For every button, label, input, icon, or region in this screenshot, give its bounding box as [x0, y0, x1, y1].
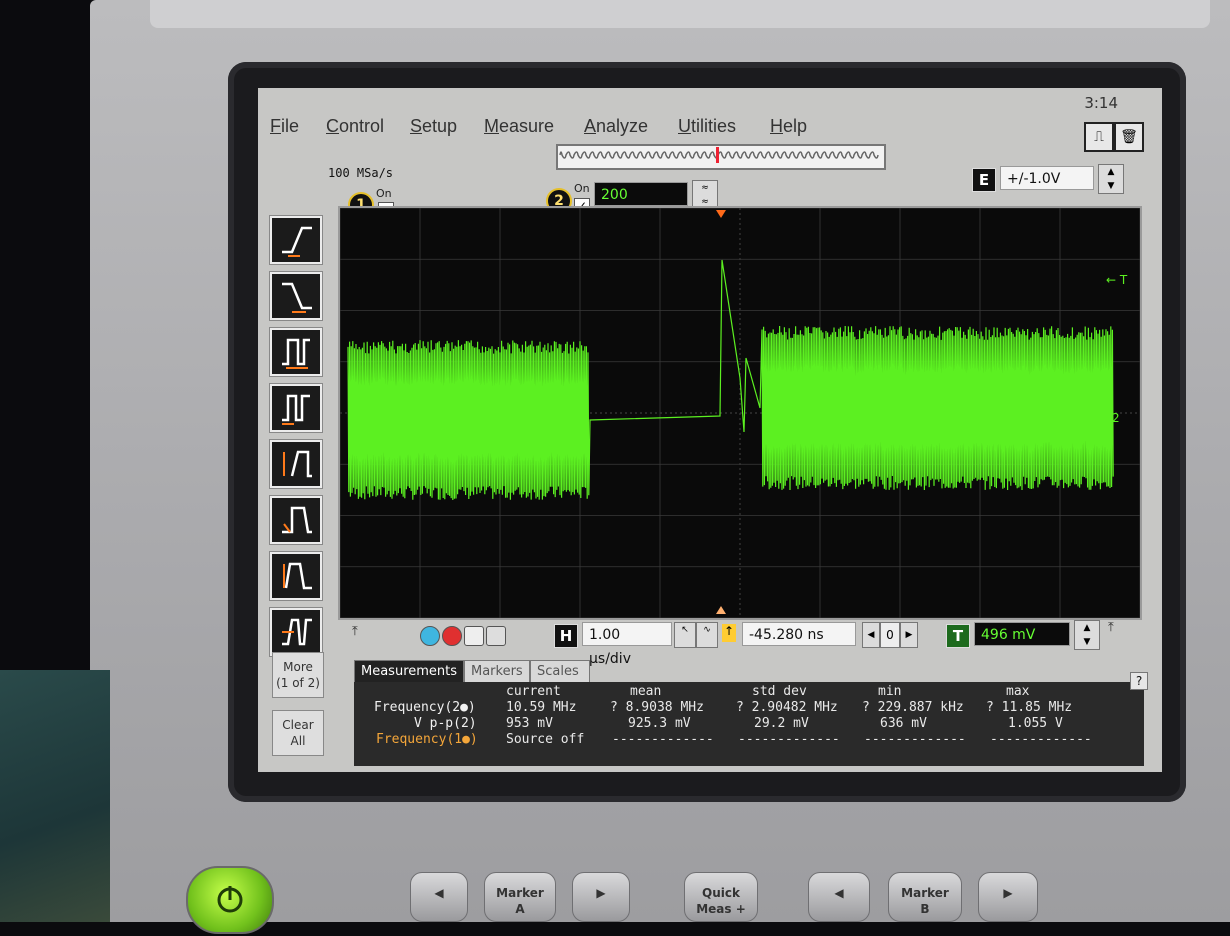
timebase-fine-icon[interactable]: ↖ — [674, 622, 696, 648]
header-stddev: std dev — [752, 684, 807, 699]
header-min: min — [878, 684, 902, 699]
pulse-width-icon[interactable] — [269, 327, 323, 377]
measure-cursor-icon[interactable] — [420, 626, 440, 646]
row-1-current: 10.59 MHz — [506, 700, 577, 715]
up-arrow-icon[interactable]: ⤒ — [352, 624, 358, 639]
channel-2-on-label: On — [574, 182, 590, 195]
rise-time-icon[interactable] — [269, 439, 323, 489]
row-2-min: 636 mV — [880, 716, 927, 731]
trigger-position-marker — [716, 210, 726, 218]
marker-a-button[interactable]: Marker A — [484, 872, 556, 922]
trigger-level-spinner[interactable]: ▲ ▼ — [1074, 620, 1100, 650]
row-2-label: V p-p(2) — [414, 716, 477, 731]
print-icon[interactable] — [486, 626, 506, 646]
row-3-max: ------------- — [990, 732, 1092, 747]
help-icon[interactable]: ? — [1130, 672, 1148, 690]
header-current: current — [506, 684, 561, 699]
menu-utilities[interactable]: Utilities — [678, 116, 736, 137]
external-range[interactable]: +/-1.0V — [1000, 166, 1094, 190]
row-3-mean: ------------- — [612, 732, 714, 747]
marker-b-left-button[interactable]: ◀ — [808, 872, 870, 922]
scope-mode-icon[interactable]: ⎍ — [1084, 122, 1114, 152]
frequency-icon[interactable] — [269, 607, 323, 657]
rising-edge-icon[interactable] — [269, 215, 323, 265]
row-1-min: ? 229.887 kHz — [862, 700, 964, 715]
waveform-overview-bar[interactable] — [556, 144, 886, 170]
left-toolbar: More (1 of 2) Clear All — [269, 215, 326, 776]
row-3-stddev: ------------- — [738, 732, 840, 747]
menu-control[interactable]: Control — [326, 116, 384, 137]
row-3-label: Frequency(1●) — [376, 732, 478, 747]
falling-edge-icon[interactable] — [269, 271, 323, 321]
delay-step[interactable]: 0 — [880, 622, 900, 648]
horizontal-label: H — [554, 624, 578, 648]
menu-bar: File Control Setup Measure Analyze Utili… — [258, 106, 1162, 142]
tab-measurements[interactable]: Measurements — [354, 660, 464, 682]
row-2-stddev: 29.2 mV — [754, 716, 809, 731]
trigger-up-arrow-icon[interactable]: ⤒ — [1108, 620, 1114, 635]
delay-reference-marker — [716, 606, 726, 614]
quick-meas-button[interactable]: Quick Meas + — [684, 872, 758, 922]
external-label: E — [972, 168, 996, 192]
clear-all-button[interactable]: Clear All — [272, 710, 324, 756]
trigger-label: T — [946, 624, 970, 648]
external-range-spinner[interactable]: ▲ ▼ — [1098, 164, 1124, 194]
channel-2-ground-marker: 2 — [1112, 411, 1120, 425]
menu-file[interactable]: File — [270, 116, 299, 137]
waveform-display[interactable]: ← T 2 — [338, 206, 1142, 620]
stop-icon[interactable] — [442, 626, 462, 646]
more-button[interactable]: More (1 of 2) — [272, 652, 324, 698]
background-cloth — [0, 670, 110, 922]
trigger-level[interactable]: 496 mV — [974, 622, 1070, 646]
marker-b-right-button[interactable]: ▶ — [978, 872, 1038, 922]
row-2-max: 1.055 V — [1008, 716, 1063, 731]
row-1-max: ? 11.85 MHz — [986, 700, 1073, 715]
waveform-svg: ← T 2 — [340, 208, 1140, 618]
row-1-mean: ? 8.9038 MHz — [610, 700, 704, 715]
delay-right-button[interactable]: ▶ — [900, 622, 918, 648]
menu-help[interactable]: Help — [770, 116, 807, 137]
trash-icon[interactable]: 🗑 — [1114, 122, 1144, 152]
tab-markers[interactable]: Markers — [464, 660, 530, 682]
power-button[interactable] — [186, 866, 274, 934]
measurements-table: ? current mean std dev min max Frequency… — [354, 672, 1148, 766]
marker-b-button[interactable]: Marker B — [888, 872, 962, 922]
menu-measure[interactable]: Measure — [484, 116, 554, 137]
trigger-level-marker: ← T — [1106, 273, 1128, 287]
period-icon[interactable] — [269, 551, 323, 601]
row-1-stddev: ? 2.90482 MHz — [736, 700, 838, 715]
header-max: max — [1006, 684, 1030, 699]
header-mean: mean — [630, 684, 662, 699]
timebase-scale[interactable]: 1.00 µs/div — [582, 622, 672, 667]
delay-reference-icon[interactable]: ↑ — [722, 624, 736, 642]
row-1-label: Frequency(2●) — [374, 700, 476, 715]
row-3-min: ------------- — [864, 732, 966, 747]
channel-2-scale[interactable]: 200 mV/div — [594, 182, 688, 227]
pulse-width-neg-icon[interactable] — [269, 383, 323, 433]
marker-a-right-button[interactable]: ▶ — [572, 872, 630, 922]
scope-screen: File Control Setup Measure Analyze Utili… — [258, 88, 1162, 772]
sample-rate: 100 MSa/s — [328, 166, 394, 180]
horizontal-controls: ⤒ H 1.00 µs/div ↖ ∿ ↑ -45.280 ns ◀ 0 ▶ T… — [338, 618, 1158, 667]
single-icon[interactable] — [464, 626, 484, 646]
menu-setup[interactable]: Setup — [410, 116, 457, 137]
row-3-current: Source off — [506, 732, 585, 747]
row-2-mean: 925.3 mV — [628, 716, 691, 731]
marker-a-left-button[interactable]: ◀ — [410, 872, 468, 922]
clock: 3:14 — [1084, 94, 1118, 112]
channel-1-on-label: On — [376, 187, 392, 200]
tab-scales[interactable]: Scales — [530, 660, 590, 682]
bezel-top-strip — [150, 0, 1210, 28]
timebase-delay[interactable]: -45.280 ns — [742, 622, 856, 646]
delay-left-button[interactable]: ◀ — [862, 622, 880, 648]
row-2-current: 953 mV — [506, 716, 553, 731]
fall-time-icon[interactable] — [269, 495, 323, 545]
timebase-coarse-icon[interactable]: ∿ — [696, 622, 718, 648]
menu-analyze[interactable]: Analyze — [584, 116, 648, 137]
